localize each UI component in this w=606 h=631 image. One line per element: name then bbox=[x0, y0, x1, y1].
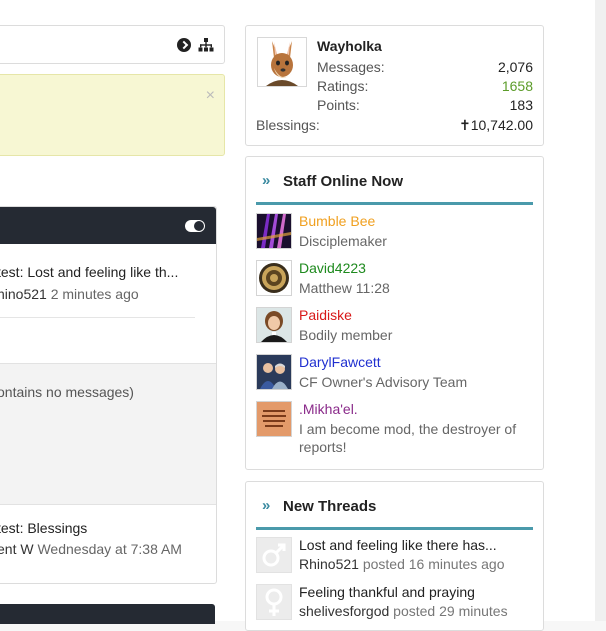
posted-label: posted bbox=[362, 556, 405, 572]
panel-title[interactable]: Staff Online Now bbox=[283, 173, 403, 190]
forum-category-block: test: Lost and feeling like th... hino52… bbox=[0, 206, 217, 584]
latest-time: Wednesday at 7:38 AM bbox=[37, 541, 182, 557]
member-title: I am become mod, the destroyer of report… bbox=[299, 421, 517, 455]
next-category-header bbox=[0, 604, 215, 624]
double-chevron-icon: » bbox=[262, 172, 271, 189]
member-name[interactable]: .Mikha'el. bbox=[299, 401, 358, 417]
thread-author[interactable]: Rhino521 bbox=[299, 556, 359, 572]
panel-title[interactable]: New Threads bbox=[283, 498, 376, 515]
staff-member: DarylFawcett CF Owner's Advisory Team bbox=[256, 354, 533, 398]
visitor-panel: Wayholka Messages: 2,076 Ratings: 1658 P… bbox=[245, 25, 544, 146]
collapse-toggle[interactable] bbox=[185, 220, 205, 232]
close-icon[interactable]: × bbox=[206, 88, 215, 104]
panel-header: » New Threads bbox=[256, 496, 533, 530]
stat-label: Blessings: bbox=[256, 117, 320, 133]
female-icon[interactable] bbox=[256, 584, 292, 620]
avatar-image bbox=[258, 38, 306, 86]
panel-header: » Staff Online Now bbox=[256, 171, 533, 205]
stat-label: Messages: bbox=[317, 59, 385, 75]
page-gutter bbox=[595, 0, 606, 621]
latest-thread-title[interactable]: test: Blessings bbox=[0, 520, 87, 536]
avatar[interactable] bbox=[256, 260, 292, 296]
latest-meta: ent W Wednesday at 7:38 AM bbox=[0, 541, 182, 557]
empty-forum-text: ontains no messages) bbox=[0, 384, 134, 400]
member-title: Bodily member bbox=[299, 327, 393, 343]
stat-value[interactable]: 183 bbox=[510, 97, 533, 113]
member-name[interactable]: David4223 bbox=[299, 260, 366, 276]
stat-value[interactable]: 2,076 bbox=[498, 59, 533, 75]
thread-title[interactable]: Feeling thankful and praying bbox=[299, 584, 475, 600]
stat-value: ✝10,742.00 bbox=[458, 117, 533, 133]
avatar[interactable] bbox=[256, 213, 292, 249]
staff-online-panel: » Staff Online Now Bumble Bee Disciplema… bbox=[245, 156, 544, 470]
latest-author[interactable]: ent W bbox=[0, 541, 34, 557]
avatar[interactable] bbox=[257, 37, 307, 87]
member-name[interactable]: DarylFawcett bbox=[299, 354, 381, 370]
latest-meta: hino521 2 minutes ago bbox=[0, 286, 139, 302]
row-divider bbox=[0, 317, 195, 318]
thread-author[interactable]: shelivesforgod bbox=[299, 603, 389, 619]
latest-time: 2 minutes ago bbox=[50, 286, 139, 302]
member-name[interactable]: Paidiske bbox=[299, 307, 352, 323]
new-threads-panel: » New Threads Lost and feeling like ther… bbox=[245, 481, 544, 631]
latest-thread-title[interactable]: test: Lost and feeling like th... bbox=[0, 264, 178, 280]
sitemap-icon[interactable] bbox=[198, 37, 214, 53]
male-icon[interactable] bbox=[256, 537, 292, 573]
username[interactable]: Wayholka bbox=[317, 38, 382, 54]
member-title: Matthew 11:28 bbox=[299, 280, 390, 296]
posted-label: posted bbox=[393, 603, 436, 619]
staff-member: Paidiske Bodily member bbox=[256, 307, 533, 351]
empty-forum-section: ontains no messages) bbox=[0, 363, 216, 505]
double-chevron-icon: » bbox=[262, 497, 271, 514]
member-name[interactable]: Bumble Bee bbox=[299, 213, 375, 229]
latest-author[interactable]: hino521 bbox=[0, 286, 47, 302]
thread-meta: Rhino521 posted 16 minutes ago bbox=[299, 556, 505, 572]
category-header bbox=[0, 207, 216, 244]
notice-banner: × bbox=[0, 74, 225, 156]
member-title: CF Owner's Advisory Team bbox=[299, 374, 468, 390]
avatar[interactable] bbox=[256, 401, 292, 437]
stat-label: Points: bbox=[317, 97, 360, 113]
stat-value[interactable]: 1658 bbox=[502, 78, 533, 94]
thread-title[interactable]: Lost and feeling like there has... bbox=[299, 537, 497, 553]
staff-member: David4223 Matthew 11:28 bbox=[256, 260, 533, 304]
stat-label: Ratings: bbox=[317, 78, 369, 94]
breadcrumb-bar bbox=[0, 25, 225, 64]
staff-member: .Mikha'el. I am become mod, the destroye… bbox=[256, 401, 533, 461]
thread-meta: shelivesforgod posted 29 minutes bbox=[299, 603, 508, 619]
thread-item[interactable]: Lost and feeling like there has... Rhino… bbox=[256, 537, 533, 577]
thread-item[interactable]: Feeling thankful and praying shelivesfor… bbox=[256, 584, 533, 624]
avatar[interactable] bbox=[256, 307, 292, 343]
member-title: Disciplemaker bbox=[299, 233, 387, 249]
thread-time: 29 minutes bbox=[439, 603, 508, 619]
thread-time: 16 minutes ago bbox=[408, 556, 505, 572]
jump-to-icon[interactable] bbox=[177, 38, 191, 52]
avatar[interactable] bbox=[256, 354, 292, 390]
staff-member: Bumble Bee Disciplemaker bbox=[256, 213, 533, 257]
